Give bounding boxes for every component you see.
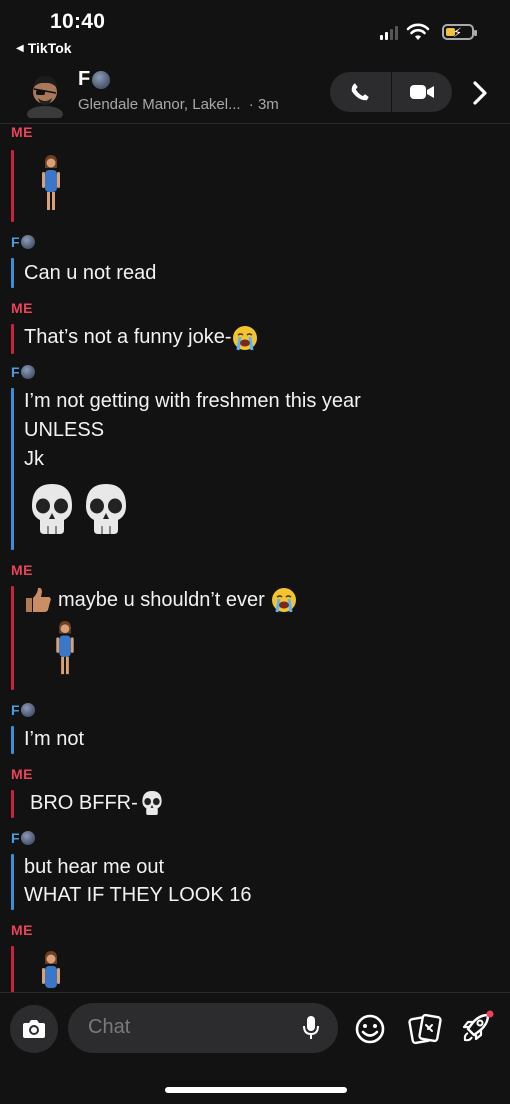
chat-messages[interactable]: ME F Can u not read ME That’s not a funn…: [0, 124, 510, 992]
message-row[interactable]: maybe u shouldn’t ever: [24, 586, 297, 614]
mic-icon[interactable]: [302, 1015, 320, 1041]
signal-icon: [380, 26, 398, 40]
sender-label-friend: F: [11, 830, 36, 846]
message-bar-me: [11, 150, 14, 222]
moon-emoji-icon: [21, 703, 36, 717]
sender-label-me: ME: [11, 766, 33, 782]
message-text[interactable]: but hear me out: [24, 853, 164, 881]
message-text: That’s not a funny joke-: [24, 326, 232, 348]
sender-label-me: ME: [11, 562, 33, 578]
video-call-button[interactable]: [392, 72, 453, 112]
back-to-app-link[interactable]: ◀ TikTok: [16, 40, 72, 56]
message-text[interactable]: I’m not getting with freshmen this year: [24, 387, 361, 415]
message-text[interactable]: WHAT IF THEY LOOK 16: [24, 881, 251, 909]
message-bar-friend: [11, 258, 14, 288]
back-app-label: TikTok: [27, 40, 72, 56]
thumbs-up-emoji-icon: [26, 587, 51, 612]
wifi-icon: [406, 23, 430, 40]
sender-label-friend: F: [11, 702, 36, 718]
home-indicator[interactable]: [165, 1087, 347, 1093]
last-active-time: · 3m: [248, 96, 279, 113]
message-text[interactable]: I’m not: [24, 725, 84, 753]
camera-button[interactable]: [10, 1005, 58, 1053]
sender-label-friend: F: [11, 234, 36, 250]
crying-emoji-icon: [232, 325, 257, 350]
chat-placeholder: Chat: [88, 1016, 131, 1038]
message-text[interactable]: UNLESS: [24, 416, 104, 444]
message-bar-me: [11, 790, 14, 818]
phone-icon: [351, 83, 369, 101]
person-emoji-icon[interactable]: [38, 950, 64, 992]
contact-location: Glendale Manor, Lakel...: [78, 96, 241, 113]
status-time: 10:40: [50, 10, 106, 33]
contact-location-line: Glendale Manor, Lakel... · 3m: [78, 96, 279, 113]
chat-input-bar: Chat: [0, 992, 510, 1104]
smiley-icon[interactable]: [354, 1013, 386, 1045]
message-bar-me: [11, 586, 14, 690]
status-bar: 10:40 ◀ TikTok ⚡: [0, 0, 510, 60]
message-text: BRO BFFR-: [30, 792, 138, 814]
chevron-right-icon[interactable]: [470, 80, 490, 106]
rocket-icon[interactable]: [460, 1009, 496, 1045]
battery-icon: ⚡: [442, 24, 477, 40]
camera-icon: [23, 1020, 45, 1038]
sender-label-friend: F: [11, 364, 36, 380]
message-bar-me: [11, 324, 14, 354]
video-icon: [409, 85, 434, 99]
skull-emoji-icon: [142, 790, 162, 816]
moon-emoji-icon: [21, 831, 36, 845]
message-bar-me: [11, 946, 14, 992]
message-bar-friend: [11, 854, 14, 910]
chat-header: F Glendale Manor, Lakel... · 3m: [0, 62, 510, 124]
contact-name[interactable]: F: [78, 68, 111, 91]
moon-emoji-icon: [21, 365, 36, 379]
message-row[interactable]: BRO BFFR-: [30, 789, 164, 817]
skull-emoji-icon[interactable]: [82, 482, 130, 536]
sender-label-me: ME: [11, 124, 33, 140]
person-emoji-icon[interactable]: [38, 154, 64, 214]
message-bar-friend: [11, 726, 14, 754]
chat-input[interactable]: Chat: [68, 1003, 338, 1053]
message-bar-friend: [11, 388, 14, 550]
message-row[interactable]: That’s not a funny joke-: [24, 323, 258, 351]
call-button-group: [330, 72, 452, 112]
message-text[interactable]: Can u not read: [24, 259, 156, 287]
voice-call-button[interactable]: [330, 72, 391, 112]
moon-emoji-icon: [21, 235, 36, 249]
message-text: maybe u shouldn’t ever: [58, 589, 265, 611]
skull-emoji-icon[interactable]: [28, 482, 76, 536]
cards-icon[interactable]: [408, 1013, 442, 1045]
moon-emoji-icon: [92, 70, 111, 89]
sender-label-me: ME: [11, 300, 33, 316]
message-text[interactable]: Jk: [24, 445, 44, 473]
bitmoji-avatar[interactable]: [20, 68, 70, 118]
back-triangle-icon: ◀: [16, 42, 24, 54]
sender-label-me: ME: [11, 922, 33, 938]
person-emoji-icon[interactable]: [52, 620, 78, 678]
crying-emoji-icon: [271, 588, 296, 613]
